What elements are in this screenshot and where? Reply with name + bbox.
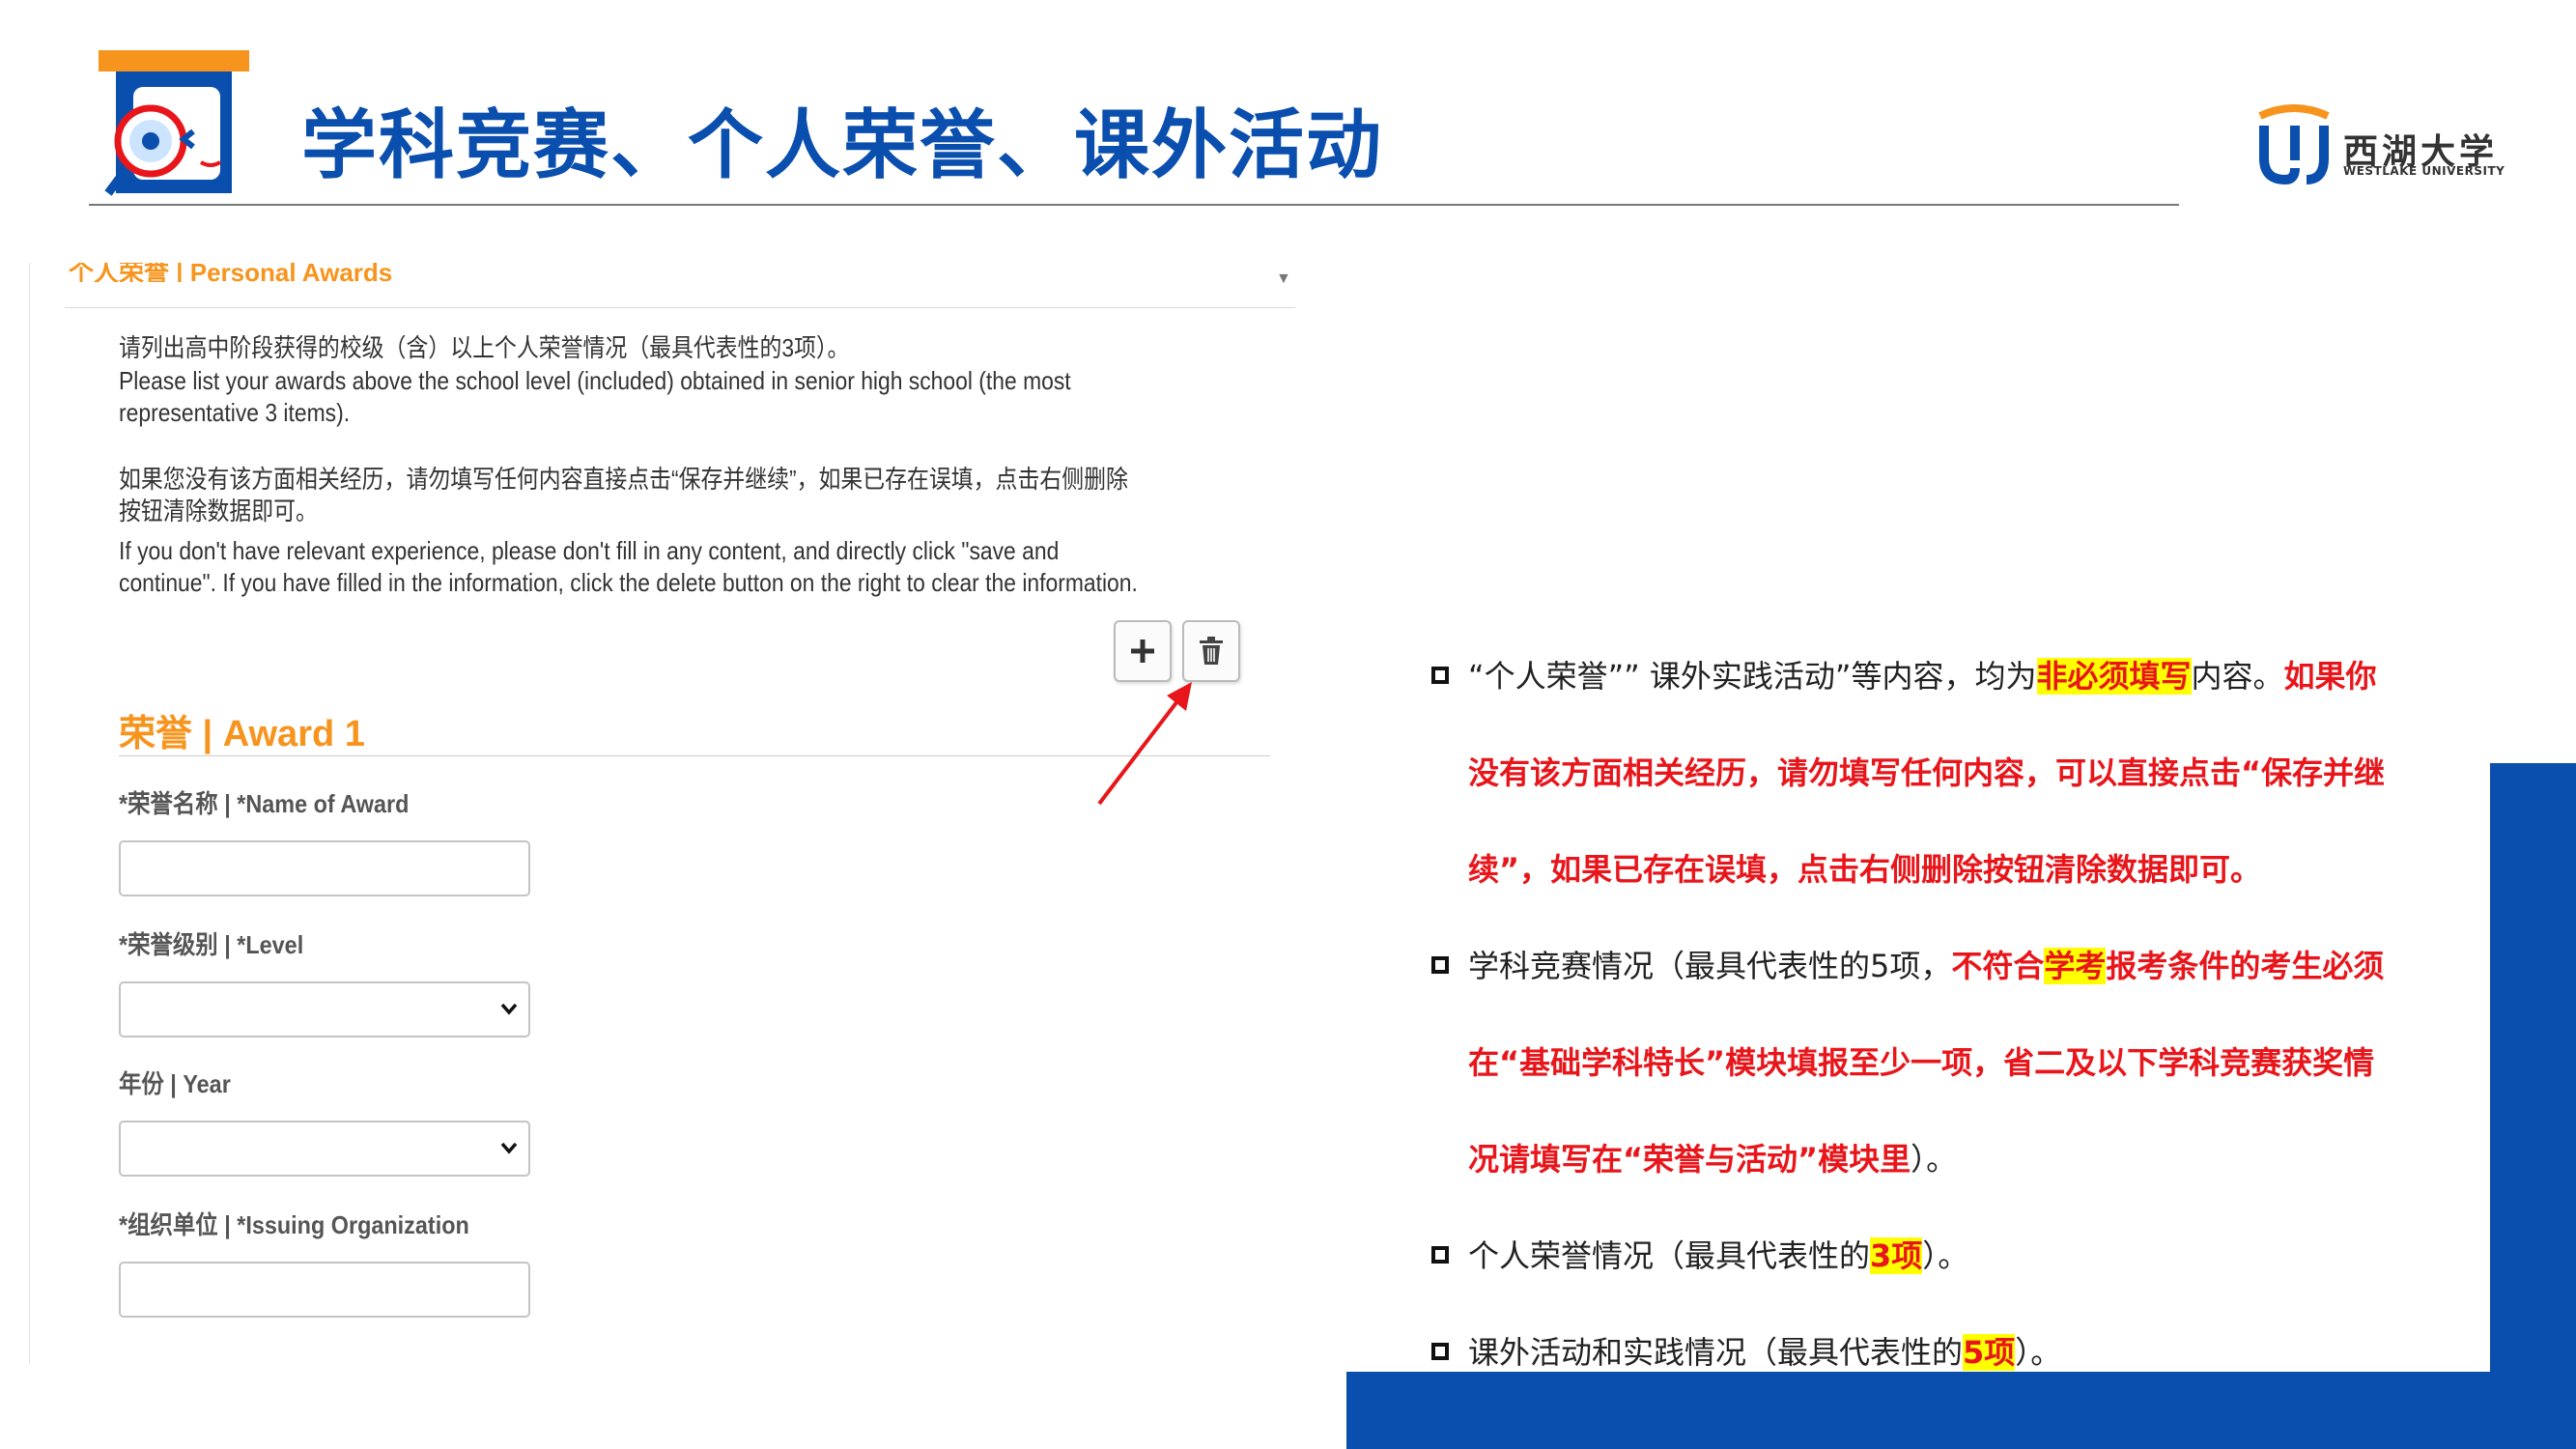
book-magnifier-logo [97, 48, 251, 208]
chevron-down-icon [500, 1003, 518, 1015]
award-name-label: *荣誉名称 | *Name of Award [119, 789, 410, 818]
checkbox-bullet-icon [1431, 1246, 1449, 1264]
note-text: ）。 [2015, 1334, 2062, 1371]
instruction-cn-1: 请列出高中阶段获得的校级（含）以上个人荣誉情况（最具代表性的3项）。 [119, 333, 850, 362]
note-emphasis: 不符合 [1951, 948, 2045, 984]
note-highlight: 非必须填写 [2036, 658, 2192, 695]
issuing-org-label: *组织单位 | *Issuing Organization [119, 1210, 469, 1239]
note-item-competitions: 学科竞赛情况（最具代表性的5项，不符合学考报考条件的考生必须在“基础学科特长”模… [1430, 918, 2405, 1208]
note-text: ）。 [1911, 1141, 1958, 1178]
chevron-down-icon[interactable]: ▼ [1276, 270, 1291, 288]
red-arrow-icon [1097, 682, 1192, 806]
note-text: 个人荣誉情况（最具代表性的 [1468, 1237, 1871, 1274]
instruction-en-1: Please list your awards above the school… [119, 366, 1071, 427]
checkbox-bullet-icon [1431, 956, 1449, 974]
issuing-org-input[interactable] [119, 1262, 530, 1318]
checkbox-bullet-icon [1431, 1343, 1449, 1360]
note-text: 课外活动和实践情况（最具代表性的 [1468, 1334, 1964, 1371]
note-text: 学科竞赛情况（最具代表性的5项， [1468, 948, 1952, 984]
instruction-cn-2: 如果您没有该方面相关经历，请勿填写任何内容直接点击“保存并继续”，如果已存在误填… [119, 465, 1128, 526]
note-text: ）。 [1922, 1237, 1969, 1274]
note-item-optional-fields: “个人荣誉”” 课外实践活动”等内容，均为非必须填写内容。如果你没有该方面相关经… [1430, 628, 2405, 918]
award-level-label: *荣誉级别 | *Level [119, 930, 304, 959]
trash-icon [1200, 637, 1223, 665]
instruction-en-2: If you don't have relevant experience, p… [119, 536, 1138, 597]
blue-accent-bar-right [2490, 763, 2576, 1372]
checkbox-bullet-icon [1431, 667, 1449, 684]
chevron-down-icon [500, 1142, 518, 1154]
section-divider [65, 307, 1295, 308]
section-title-personal-awards[interactable]: 个人荣誉 | Personal Awards [69, 263, 1253, 282]
delete-award-button[interactable] [1182, 620, 1240, 682]
notes-list: “个人荣誉”” 课外实践活动”等内容，均为非必须填写内容。如果你没有该方面相关经… [1430, 628, 2405, 1401]
award-name-input[interactable] [119, 840, 530, 896]
form-screenshot: 个人荣誉 | Personal Awards ▼ 请列出高中阶段获得的校级（含）… [29, 263, 1295, 1364]
note-highlight: 3项 [1870, 1237, 1923, 1274]
note-text: 内容。 [2191, 658, 2284, 695]
add-award-button[interactable] [1114, 620, 1172, 682]
slide-title: 学科竞赛、个人荣誉、课外活动 [301, 102, 1384, 189]
note-highlight: 5项 [1963, 1334, 2016, 1371]
university-name-en: WESTLAKE UNIVERSITY [2343, 164, 2505, 178]
award-year-select[interactable] [119, 1121, 530, 1177]
note-item-activities: 课外活动和实践情况（最具代表性的5项）。 [1430, 1304, 2405, 1401]
award-year-label: 年份 | Year [119, 1069, 231, 1098]
award-level-select[interactable] [119, 981, 530, 1037]
title-divider [89, 204, 2179, 206]
plus-icon [1131, 639, 1154, 663]
note-item-personal-honors: 个人荣誉情况（最具代表性的3项）。 [1430, 1208, 2405, 1304]
note-text: “个人荣誉”” 课外实践活动”等内容，均为 [1468, 658, 2037, 695]
award-heading: 荣誉 | Award 1 [119, 714, 365, 754]
note-highlight: 学考 [2044, 948, 2107, 984]
